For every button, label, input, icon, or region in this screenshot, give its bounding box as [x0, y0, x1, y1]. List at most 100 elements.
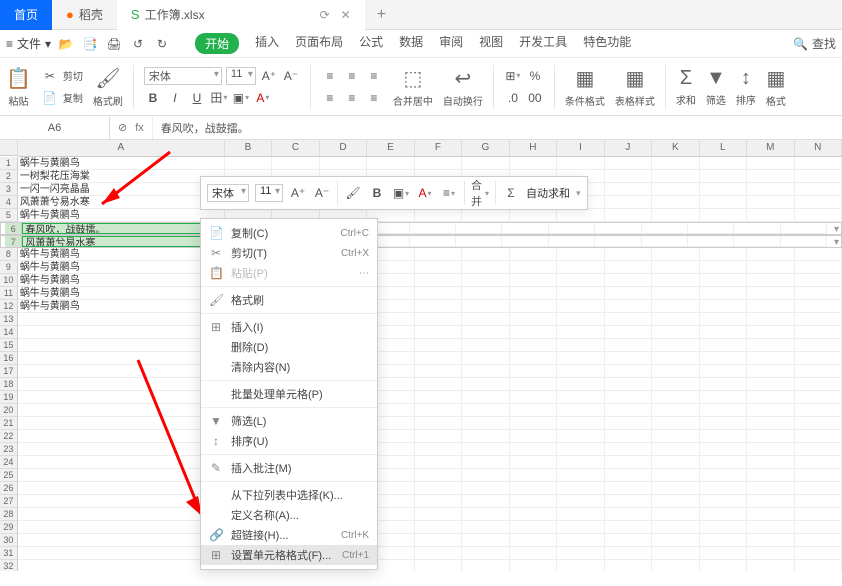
- cell[interactable]: [415, 456, 463, 469]
- cell[interactable]: [605, 508, 653, 521]
- cell[interactable]: [415, 209, 463, 222]
- cell[interactable]: [462, 274, 510, 287]
- formula-input[interactable]: 春风吹，战鼓擂。: [153, 120, 257, 136]
- align-top-icon[interactable]: ≡: [321, 67, 339, 85]
- cell[interactable]: [652, 339, 700, 352]
- cell[interactable]: [415, 534, 463, 547]
- cell[interactable]: [605, 378, 653, 391]
- ribbon-tab-start[interactable]: 开始: [195, 33, 239, 54]
- cell[interactable]: [605, 482, 653, 495]
- italic-button[interactable]: I: [166, 89, 184, 107]
- cell[interactable]: [605, 287, 653, 300]
- cell[interactable]: [605, 339, 653, 352]
- ribbon-tab-special[interactable]: 特色功能: [583, 33, 631, 54]
- col-header-B[interactable]: B: [225, 140, 272, 156]
- cell[interactable]: [795, 352, 842, 365]
- cell[interactable]: 蜗牛与黄鹂鸟: [18, 261, 225, 274]
- cell[interactable]: [462, 287, 510, 300]
- cell[interactable]: [652, 456, 700, 469]
- cell[interactable]: [652, 482, 700, 495]
- cell[interactable]: [652, 443, 700, 456]
- cell[interactable]: [510, 521, 558, 534]
- row-header[interactable]: 6: [5, 223, 22, 234]
- cell[interactable]: [18, 508, 225, 521]
- cell[interactable]: [795, 560, 842, 571]
- wrap-button[interactable]: ↩自动换行: [443, 66, 483, 108]
- cell[interactable]: [605, 326, 653, 339]
- cell[interactable]: [557, 313, 605, 326]
- cell[interactable]: [747, 508, 795, 521]
- cell[interactable]: [734, 223, 780, 234]
- cell[interactable]: [510, 456, 558, 469]
- cell[interactable]: [781, 223, 827, 234]
- cell[interactable]: [605, 417, 653, 430]
- cell[interactable]: [462, 456, 510, 469]
- cell[interactable]: [747, 287, 795, 300]
- cell[interactable]: [795, 287, 842, 300]
- cell[interactable]: [557, 404, 605, 417]
- cell[interactable]: [652, 378, 700, 391]
- cell[interactable]: [747, 391, 795, 404]
- cell[interactable]: [652, 261, 700, 274]
- cell[interactable]: [700, 248, 748, 261]
- cell[interactable]: [652, 326, 700, 339]
- cell[interactable]: [642, 236, 688, 247]
- cell[interactable]: [462, 482, 510, 495]
- mini-color-icon[interactable]: A: [416, 184, 434, 202]
- cell[interactable]: [747, 469, 795, 482]
- cell[interactable]: [795, 313, 842, 326]
- row-header[interactable]: 26: [0, 482, 18, 495]
- menu-item[interactable]: 删除(D): [201, 337, 377, 357]
- cell[interactable]: [462, 547, 510, 560]
- row-header[interactable]: 19: [0, 391, 18, 404]
- cell[interactable]: [700, 157, 748, 170]
- row-header[interactable]: 1: [0, 157, 18, 170]
- cell[interactable]: [18, 430, 225, 443]
- cell[interactable]: [700, 196, 748, 209]
- cell[interactable]: [510, 495, 558, 508]
- cell[interactable]: [595, 236, 641, 247]
- mini-font-select[interactable]: 宋体: [207, 184, 249, 202]
- cell[interactable]: [18, 391, 225, 404]
- cell[interactable]: [415, 482, 463, 495]
- cell[interactable]: [18, 469, 225, 482]
- cell[interactable]: 蜗牛与黄鹂鸟: [18, 157, 225, 170]
- copy-icon[interactable]: 📄: [41, 89, 59, 107]
- cell[interactable]: [747, 157, 795, 170]
- cell[interactable]: [605, 391, 653, 404]
- mini-painter-icon[interactable]: 🖌: [344, 184, 362, 202]
- sort-button[interactable]: ↕排序: [736, 67, 756, 107]
- cell[interactable]: [557, 417, 605, 430]
- cell[interactable]: [462, 443, 510, 456]
- cell[interactable]: [557, 261, 605, 274]
- cell[interactable]: [415, 547, 463, 560]
- fontsize-select[interactable]: 11: [226, 67, 256, 85]
- tab-workbook[interactable]: S工作簿.xlsx⟳✕: [117, 0, 365, 30]
- row-header[interactable]: 7: [5, 236, 22, 247]
- cell[interactable]: [700, 170, 748, 183]
- mini-align-icon[interactable]: ≡: [440, 184, 458, 202]
- qat-redo-icon[interactable]: ↻: [153, 35, 171, 53]
- cell[interactable]: [462, 248, 510, 261]
- cell[interactable]: [462, 313, 510, 326]
- qat-open-icon[interactable]: 📂: [57, 35, 75, 53]
- fill-button[interactable]: ▣: [232, 89, 250, 107]
- cell[interactable]: [747, 248, 795, 261]
- row-header[interactable]: 8: [0, 248, 18, 261]
- cell[interactable]: [795, 326, 842, 339]
- cell[interactable]: [367, 157, 415, 170]
- name-box[interactable]: A6: [0, 116, 110, 139]
- col-header-D[interactable]: D: [320, 140, 367, 156]
- row-header[interactable]: 28: [0, 508, 18, 521]
- row-header[interactable]: 31: [0, 547, 18, 560]
- cell[interactable]: [652, 300, 700, 313]
- cell[interactable]: [595, 223, 641, 234]
- cell[interactable]: [415, 469, 463, 482]
- menu-item[interactable]: 批量处理单元格(P): [201, 384, 377, 404]
- cell[interactable]: [557, 534, 605, 547]
- cell[interactable]: [747, 313, 795, 326]
- cell[interactable]: [462, 209, 510, 222]
- align-center-icon[interactable]: ≡: [343, 89, 361, 107]
- percent-icon[interactable]: %: [526, 67, 544, 85]
- border-button[interactable]: 田: [210, 89, 228, 107]
